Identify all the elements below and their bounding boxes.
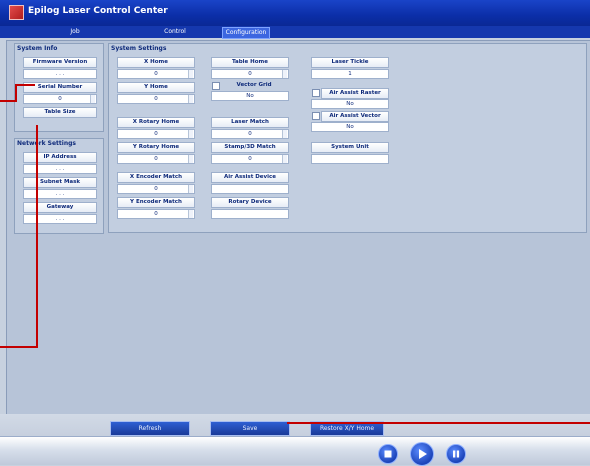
- vector-grid-checkbox[interactable]: [212, 82, 220, 90]
- spinner-icon[interactable]: [282, 130, 287, 138]
- spinner-icon[interactable]: [188, 130, 193, 138]
- x-rotary-home-field[interactable]: 0: [117, 129, 195, 139]
- y-rotary-home-field[interactable]: 0: [117, 154, 195, 164]
- x-rotary-home-label: X Rotary Home: [117, 117, 195, 128]
- gateway-field[interactable]: . . .: [23, 214, 97, 224]
- system-settings-title: System Settings: [111, 45, 167, 52]
- save-button[interactable]: Save: [210, 421, 290, 436]
- air-assist-vector-checkbox[interactable]: [312, 112, 320, 120]
- gateway-label: Gateway: [23, 202, 97, 213]
- vector-grid-value: No: [211, 91, 289, 101]
- pause-icon: [453, 450, 460, 458]
- network-settings-panel: Network Settings IP Address . . . Subnet…: [14, 138, 104, 234]
- callout-line: [36, 125, 38, 348]
- vector-grid-label: Vector Grid: [236, 82, 272, 88]
- stamp-3d-match-label: Stamp/3D Match: [211, 142, 289, 153]
- callout-line: [0, 346, 38, 348]
- stop-icon: [384, 450, 392, 458]
- x-encoder-match-label: X Encoder Match: [117, 172, 195, 183]
- refresh-button[interactable]: Refresh: [110, 421, 190, 436]
- spinner-icon[interactable]: [188, 185, 193, 193]
- table-home-field[interactable]: 0: [211, 69, 289, 79]
- x-home-field[interactable]: 0: [117, 69, 195, 79]
- table-size-label: Table Size: [23, 107, 97, 118]
- air-assist-raster-label: Air Assist Raster: [321, 88, 389, 99]
- callout-line: [287, 422, 590, 424]
- y-rotary-home-label: Y Rotary Home: [117, 142, 195, 153]
- rotary-device-label: Rotary Device: [211, 197, 289, 208]
- air-assist-vector-value: No: [311, 122, 389, 132]
- tab-job[interactable]: Job: [20, 27, 130, 37]
- serial-number-field[interactable]: 0: [23, 94, 97, 104]
- play-button[interactable]: [410, 442, 434, 466]
- system-info-title: System Info: [17, 45, 58, 52]
- y-encoder-match-label: Y Encoder Match: [117, 197, 195, 208]
- ip-address-label: IP Address: [23, 152, 97, 163]
- window-title: Epilog Laser Control Center: [28, 6, 168, 16]
- laser-match-field[interactable]: 0: [211, 129, 289, 139]
- y-home-field[interactable]: 0: [117, 94, 195, 104]
- subnet-mask-field[interactable]: . . .: [23, 189, 97, 199]
- network-settings-title: Network Settings: [17, 140, 76, 147]
- tab-bar: Job Control Configuration: [0, 26, 590, 39]
- rotary-device-field[interactable]: [211, 209, 289, 219]
- spinner-icon[interactable]: [282, 70, 287, 78]
- tab-configuration[interactable]: Configuration: [222, 27, 270, 39]
- spinner-icon[interactable]: [188, 70, 193, 78]
- callout-line: [15, 84, 17, 102]
- callout-line: [15, 84, 35, 86]
- transport-bar: [0, 436, 590, 465]
- stop-button[interactable]: [378, 444, 398, 464]
- air-assist-device-label: Air Assist Device: [211, 172, 289, 183]
- spinner-icon[interactable]: [282, 155, 287, 163]
- x-home-label: X Home: [117, 57, 195, 68]
- pause-button[interactable]: [446, 444, 466, 464]
- spinner-icon[interactable]: [188, 95, 193, 103]
- system-unit-field[interactable]: [311, 154, 389, 164]
- system-unit-label: System Unit: [311, 142, 389, 153]
- laser-tickle-label: Laser Tickle: [311, 57, 389, 68]
- firmware-version-label: Firmware Version: [23, 57, 97, 68]
- app-logo-icon: [9, 5, 24, 20]
- system-info-panel: System Info Firmware Version . . . Seria…: [14, 43, 104, 132]
- laser-match-label: Laser Match: [211, 117, 289, 128]
- air-assist-raster-checkbox[interactable]: [312, 89, 320, 97]
- firmware-version-field: . . .: [23, 69, 97, 79]
- laser-tickle-field[interactable]: 1: [311, 69, 389, 79]
- x-encoder-match-field[interactable]: 0: [117, 184, 195, 194]
- spinner-icon[interactable]: [188, 155, 193, 163]
- stamp-3d-match-field[interactable]: 0: [211, 154, 289, 164]
- title-bar: Epilog Laser Control Center: [0, 0, 590, 26]
- tab-control[interactable]: Control: [130, 27, 220, 37]
- subnet-mask-label: Subnet Mask: [23, 177, 97, 188]
- spinner-icon[interactable]: [90, 95, 95, 103]
- spinner-icon[interactable]: [188, 210, 193, 218]
- y-encoder-match-field[interactable]: 0: [117, 209, 195, 219]
- system-settings-panel: System Settings X Home 0 Y Home 0 X Rota…: [108, 43, 587, 233]
- table-home-label: Table Home: [211, 57, 289, 68]
- y-home-label: Y Home: [117, 82, 195, 93]
- air-assist-vector-label: Air Assist Vector: [321, 111, 389, 122]
- play-icon: [419, 449, 427, 459]
- ip-address-field[interactable]: . . .: [23, 164, 97, 174]
- air-assist-raster-value: No: [311, 99, 389, 109]
- air-assist-device-field[interactable]: [211, 184, 289, 194]
